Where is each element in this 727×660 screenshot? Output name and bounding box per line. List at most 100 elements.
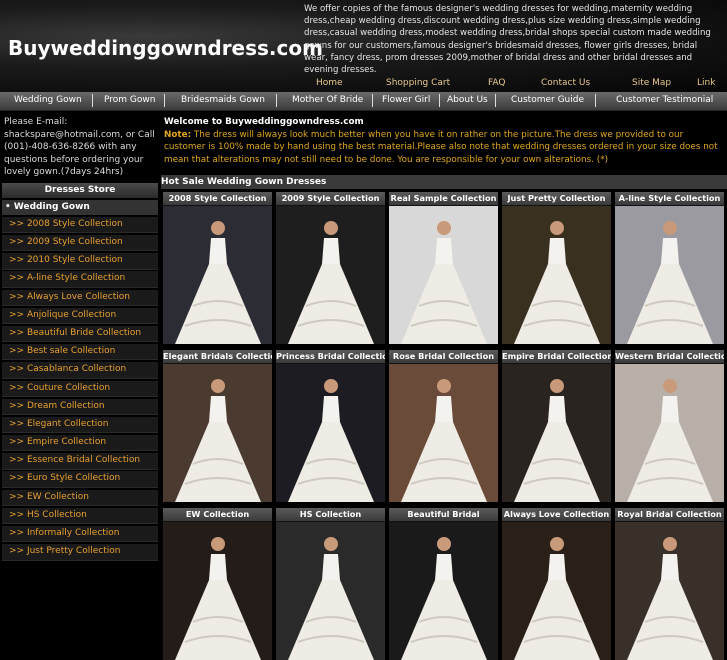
nav-flower-girl[interactable]: Flower Girl bbox=[382, 95, 430, 105]
nav-about-us[interactable]: About Us bbox=[447, 95, 488, 105]
contact-email[interactable]: shackspare@hotmail.com bbox=[4, 130, 120, 140]
gown-caption[interactable]: Real Sample Collection bbox=[389, 192, 498, 205]
gown-photo[interactable] bbox=[276, 364, 385, 502]
gown-card[interactable]: Royal Bridal Collection bbox=[615, 508, 724, 660]
sidebar-item[interactable]: >> 2009 Style Collection bbox=[2, 235, 158, 252]
nav-divider bbox=[372, 94, 373, 107]
nav-bridesmaids-gown[interactable]: Bridesmaids Gown bbox=[181, 95, 265, 105]
gown-card[interactable]: Beautiful Bridal bbox=[389, 508, 498, 660]
nav-divider bbox=[495, 94, 496, 107]
sidebar-item[interactable]: >> Essence Bridal Collection bbox=[2, 453, 158, 470]
gown-card[interactable]: Empire Bridal Collection bbox=[502, 350, 611, 502]
category-list: >> 2008 Style Collection >> 2009 Style C… bbox=[2, 216, 158, 561]
gown-caption[interactable]: 2008 Style Collection bbox=[163, 192, 272, 205]
gown-card[interactable]: Princess Bridal Collection bbox=[276, 350, 385, 502]
gown-photo[interactable] bbox=[502, 206, 611, 344]
gown-photo[interactable] bbox=[615, 206, 724, 344]
gown-caption[interactable]: Elegant Bridals Collection bbox=[163, 350, 272, 363]
gown-caption[interactable]: EW Collection bbox=[163, 508, 272, 521]
gown-photo[interactable] bbox=[163, 522, 272, 660]
nav-divider bbox=[92, 94, 93, 107]
nav-customer-guide[interactable]: Customer Guide bbox=[511, 95, 584, 105]
gown-caption[interactable]: A-line Style Collection bbox=[615, 192, 724, 205]
gown-caption[interactable]: Empire Bridal Collection bbox=[502, 350, 611, 363]
link-site-map[interactable]: Site Map bbox=[632, 78, 671, 88]
gown-photo[interactable] bbox=[163, 206, 272, 344]
sidebar-item[interactable]: >> Casablanca Collection bbox=[2, 362, 158, 379]
gown-card[interactable]: EW Collection bbox=[163, 508, 272, 660]
gown-caption[interactable]: Just Pretty Collection bbox=[502, 192, 611, 205]
link-shopping-cart[interactable]: Shopping Cart bbox=[386, 78, 450, 88]
gown-card[interactable]: 2009 Style Collection bbox=[276, 192, 385, 344]
sidebar-item[interactable]: >> Dream Collection bbox=[2, 398, 158, 416]
gown-card[interactable]: A-line Style Collection bbox=[615, 192, 724, 344]
sidebar: Please E-mail: shackspare@hotmail.com, o… bbox=[2, 114, 158, 561]
gown-photo[interactable] bbox=[615, 364, 724, 502]
link-link[interactable]: Link bbox=[697, 78, 715, 88]
gown-caption[interactable]: Rose Bridal Collection bbox=[389, 350, 498, 363]
gown-photo[interactable] bbox=[615, 522, 724, 660]
gown-photo[interactable] bbox=[502, 364, 611, 502]
link-faq[interactable]: FAQ bbox=[488, 78, 505, 88]
main-nav: Wedding Gown Prom Gown Bridesmaids Gown … bbox=[0, 92, 727, 111]
gown-caption[interactable]: Royal Bridal Collection bbox=[615, 508, 724, 521]
top-links: Home Shopping Cart FAQ Contact Us Site M… bbox=[300, 78, 727, 91]
store-title: Dresses Store bbox=[2, 182, 158, 198]
contact-info: Please E-mail: shackspare@hotmail.com, o… bbox=[2, 114, 158, 181]
nav-divider bbox=[276, 94, 277, 107]
sidebar-item[interactable]: >> EW Collection bbox=[2, 489, 158, 506]
gown-photo[interactable] bbox=[389, 206, 498, 344]
intro-text: We offer copies of the famous designer's… bbox=[304, 4, 711, 76]
gown-card[interactable]: Elegant Bridals Collection bbox=[163, 350, 272, 502]
gown-caption[interactable]: Always Love Collection bbox=[502, 508, 611, 521]
welcome-heading: Welcome to Buyweddinggowndress.com bbox=[164, 117, 364, 127]
gown-caption[interactable]: Princess Bridal Collection bbox=[276, 350, 385, 363]
sidebar-item[interactable]: >> HS Collection bbox=[2, 507, 158, 525]
gown-card[interactable]: Rose Bridal Collection bbox=[389, 350, 498, 502]
gown-card[interactable]: Real Sample Collection bbox=[389, 192, 498, 344]
sidebar-item[interactable]: >> Just Pretty Collection bbox=[2, 544, 158, 561]
gown-card[interactable]: HS Collection bbox=[276, 508, 385, 660]
site-logo[interactable]: Buyweddinggowndress.com bbox=[8, 36, 323, 60]
gown-caption[interactable]: 2009 Style Collection bbox=[276, 192, 385, 205]
link-home[interactable]: Home bbox=[316, 78, 343, 88]
link-contact-us[interactable]: Contact Us bbox=[541, 78, 590, 88]
sidebar-item[interactable]: >> Best sale Collection bbox=[2, 344, 158, 361]
nav-prom-gown[interactable]: Prom Gown bbox=[104, 95, 155, 105]
sidebar-item[interactable]: >> A-line Style Collection bbox=[2, 271, 158, 288]
sidebar-item[interactable]: >> Beautiful Bride Collection bbox=[2, 325, 158, 343]
sidebar-item[interactable]: >> Empire Collection bbox=[2, 435, 158, 452]
sidebar-item[interactable]: >> Euro Style Collection bbox=[2, 471, 158, 488]
nav-customer-testimonial[interactable]: Customer Testimonial bbox=[616, 95, 713, 105]
category-wedding-gown[interactable]: • Wedding Gown bbox=[2, 199, 158, 215]
gown-caption[interactable]: HS Collection bbox=[276, 508, 385, 521]
note-text: The dress will always look much better w… bbox=[164, 129, 718, 165]
nav-divider bbox=[164, 94, 165, 107]
gown-photo[interactable] bbox=[163, 364, 272, 502]
sidebar-item[interactable]: >> Informally Collection bbox=[2, 526, 158, 543]
main-content: Welcome to Buyweddinggowndress.com Note:… bbox=[161, 114, 727, 660]
gown-photo[interactable] bbox=[502, 522, 611, 660]
sidebar-item[interactable]: >> Couture Collection bbox=[2, 380, 158, 397]
sidebar-item[interactable]: >> Always Love Collection bbox=[2, 289, 158, 306]
gown-card[interactable]: Just Pretty Collection bbox=[502, 192, 611, 344]
gown-photo[interactable] bbox=[389, 522, 498, 660]
gown-photo[interactable] bbox=[276, 206, 385, 344]
nav-mother-of-bride[interactable]: Mother Of Bride bbox=[292, 95, 363, 105]
sidebar-item[interactable]: >> Anjolique Collection bbox=[2, 307, 158, 325]
nav-divider bbox=[595, 94, 596, 107]
sidebar-item[interactable]: >> 2010 Style Collection bbox=[2, 253, 158, 270]
sidebar-item[interactable]: >> Elegant Collection bbox=[2, 416, 158, 434]
nav-wedding-gown[interactable]: Wedding Gown bbox=[14, 95, 82, 105]
gown-card[interactable]: Always Love Collection bbox=[502, 508, 611, 660]
gown-caption[interactable]: Beautiful Bridal bbox=[389, 508, 498, 521]
sidebar-item[interactable]: >> 2008 Style Collection bbox=[2, 216, 158, 234]
nav-divider bbox=[439, 94, 440, 107]
gown-card[interactable]: 2008 Style Collection bbox=[163, 192, 272, 344]
gown-caption[interactable]: Western Bridal Collection bbox=[615, 350, 724, 363]
site-header: Buyweddinggowndress.com We offer copies … bbox=[0, 0, 727, 92]
gown-photo[interactable] bbox=[389, 364, 498, 502]
welcome-note: Welcome to Buyweddinggowndress.com Note:… bbox=[161, 114, 727, 166]
gown-photo[interactable] bbox=[276, 522, 385, 660]
gown-card[interactable]: Western Bridal Collection bbox=[615, 350, 724, 502]
